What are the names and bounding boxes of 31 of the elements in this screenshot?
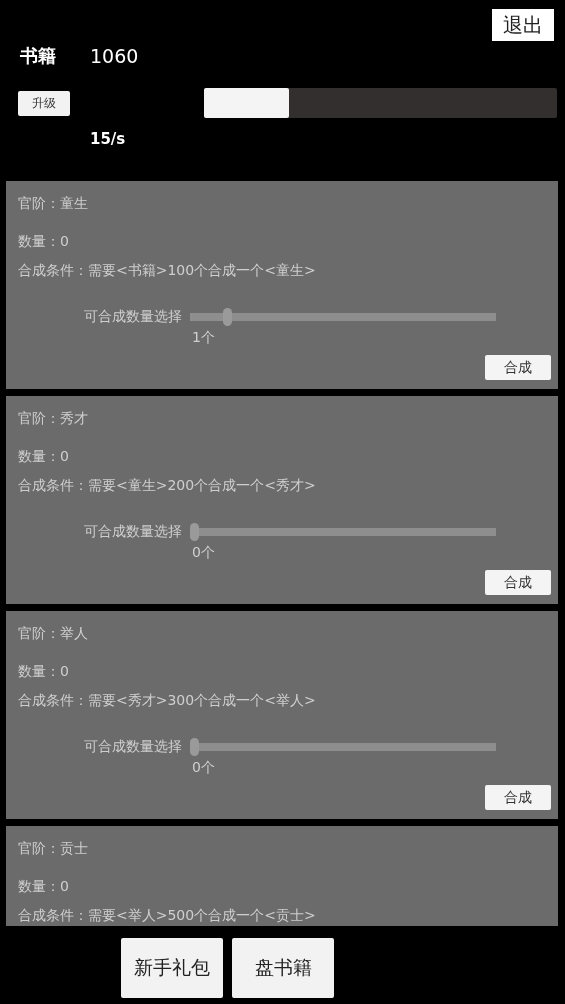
rank-count: 数量：0 bbox=[18, 663, 69, 679]
synthesis-condition: 合成条件：需要<秀才>300个合成一个<举人> bbox=[18, 692, 316, 708]
resource-count: 1060 bbox=[90, 45, 139, 67]
rank-title: 官阶：贡士 bbox=[18, 840, 88, 856]
rank-title: 官阶：举人 bbox=[18, 625, 88, 641]
slider-label: 可合成数量选择 bbox=[84, 308, 182, 324]
slider-label: 可合成数量选择 bbox=[84, 523, 182, 539]
resource-label: 书籍 bbox=[20, 44, 57, 68]
upgrade-button[interactable]: 升级 bbox=[18, 90, 70, 116]
quantity-value: 1个 bbox=[192, 329, 215, 347]
menu-button[interactable]: 盘书籍 bbox=[232, 938, 334, 998]
slider-thumb[interactable] bbox=[222, 308, 232, 326]
synthesis-condition: 合成条件：需要<举人>500个合成一个<贡士> bbox=[18, 907, 316, 923]
exit-button[interactable]: 退出 bbox=[492, 9, 554, 41]
quantity-value: 0个 bbox=[192, 759, 215, 777]
synthesis-condition: 合成条件：需要<童生>200个合成一个<秀才> bbox=[18, 477, 316, 493]
slider-thumb[interactable] bbox=[190, 738, 199, 756]
slider-thumb[interactable] bbox=[190, 523, 199, 541]
rank-count: 数量：0 bbox=[18, 448, 69, 464]
rank-count: 数量：0 bbox=[18, 878, 69, 894]
menu-button[interactable]: 新手礼包 bbox=[121, 938, 223, 998]
slider-label: 可合成数量选择 bbox=[84, 738, 182, 754]
synthesize-button[interactable]: 合成 bbox=[485, 570, 551, 595]
synthesis-condition: 合成条件：需要<书籍>100个合成一个<童生> bbox=[18, 262, 316, 278]
production-rate: 15/s bbox=[90, 130, 126, 148]
rank-title: 官阶：秀才 bbox=[18, 410, 88, 426]
quantity-value: 0个 bbox=[192, 544, 215, 562]
synthesize-button[interactable]: 合成 bbox=[485, 355, 551, 380]
rank-title: 官阶：童生 bbox=[18, 195, 88, 211]
rank-count: 数量：0 bbox=[18, 233, 69, 249]
synthesize-button[interactable]: 合成 bbox=[485, 785, 551, 810]
